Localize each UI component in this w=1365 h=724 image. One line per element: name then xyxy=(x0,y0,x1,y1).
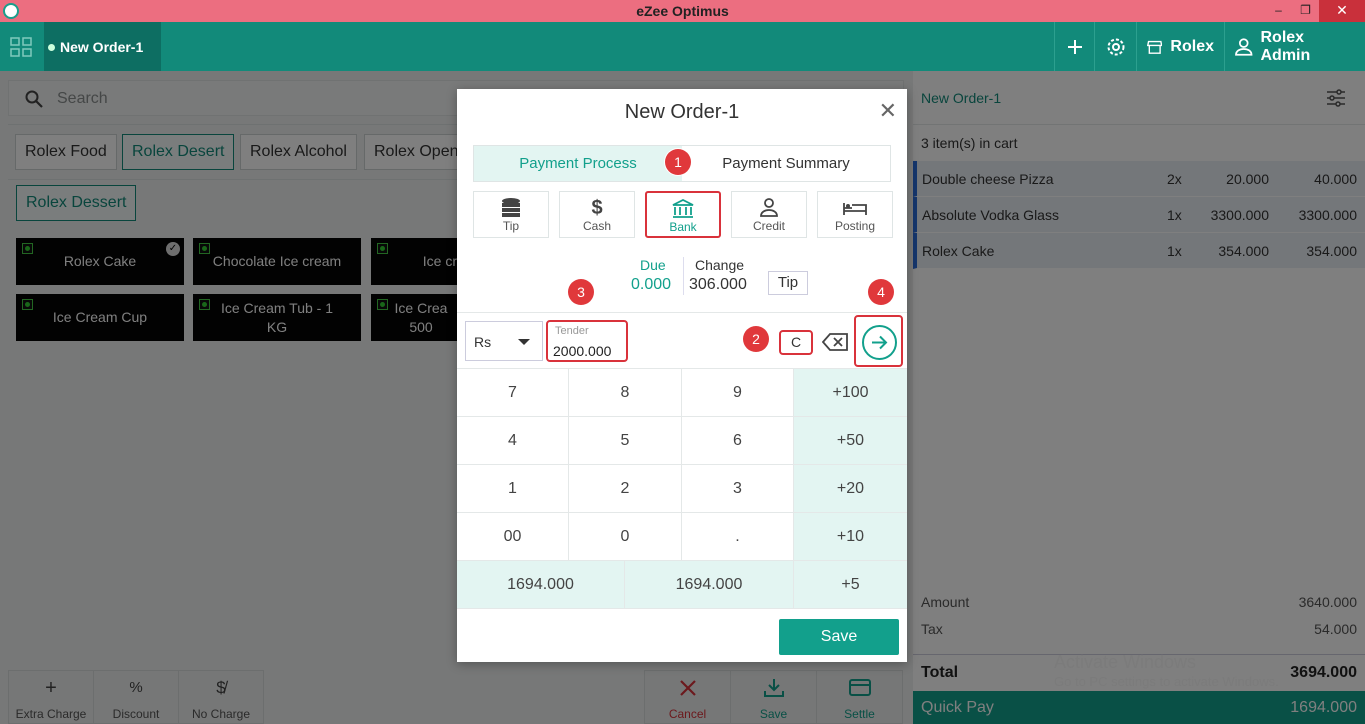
payment-modes: Tip $ Cash Bank Credit Posting xyxy=(473,191,893,238)
outlet-name: Rolex xyxy=(1170,37,1214,55)
settings-button[interactable] xyxy=(1094,22,1136,71)
key-plus-50[interactable]: +50 xyxy=(794,417,907,464)
key-plus-100[interactable]: +100 xyxy=(794,369,907,416)
outlet-selector[interactable]: Rolex xyxy=(1136,22,1224,71)
key-3[interactable]: 3 xyxy=(682,465,794,512)
mode-tip[interactable]: Tip xyxy=(473,191,549,238)
user-name: Rolex Admin xyxy=(1260,28,1311,64)
gear-icon xyxy=(1107,38,1124,55)
maximize-button[interactable]: ❐ xyxy=(1292,0,1319,22)
order-tab[interactable]: New Order-1 xyxy=(44,22,161,71)
mode-posting[interactable]: Posting xyxy=(817,191,893,238)
due-value: 0.000 xyxy=(631,276,672,293)
mode-label: Bank xyxy=(669,220,697,234)
mode-label: Credit xyxy=(752,219,785,233)
tab-payment-summary[interactable]: Payment Summary xyxy=(682,146,890,181)
annotation-badge-3: 3 xyxy=(568,279,594,305)
mode-label: Tip xyxy=(502,219,520,233)
coins-icon xyxy=(502,198,520,217)
mode-bank[interactable]: Bank xyxy=(645,191,721,238)
minimize-button[interactable]: – xyxy=(1265,0,1292,22)
key-2[interactable]: 2 xyxy=(569,465,682,512)
mode-label: Cash xyxy=(582,219,611,233)
add-order-button[interactable] xyxy=(1054,22,1094,71)
key-plus-10[interactable]: +10 xyxy=(794,513,907,560)
tender-value: 2000.000 xyxy=(553,343,612,359)
key-8[interactable]: 8 xyxy=(569,369,682,416)
numeric-keypad: 7 8 9 +100 4 5 6 +50 1 2 3 +20 00 0 . +1… xyxy=(457,369,907,609)
separator xyxy=(683,257,684,295)
quick-amount-2[interactable]: 1694.000 xyxy=(625,561,794,608)
tender-row: Rs Tender 2000.000 C xyxy=(457,312,907,369)
title-bar: eZee Optimus – ❐ ✕ xyxy=(0,0,1365,22)
backspace-icon[interactable] xyxy=(822,333,848,351)
key-00[interactable]: 00 xyxy=(457,513,569,560)
tip-button[interactable]: Tip xyxy=(768,271,808,295)
bed-icon xyxy=(843,203,867,215)
key-4[interactable]: 4 xyxy=(457,417,569,464)
change-label: Change xyxy=(695,257,745,273)
mode-cash[interactable]: $ Cash xyxy=(559,191,635,238)
proceed-highlight xyxy=(854,315,903,367)
due-change-summary: Due 0.000 Change 306.000 Tip xyxy=(627,257,847,297)
caret-down-icon xyxy=(518,339,530,345)
key-0[interactable]: 0 xyxy=(569,513,682,560)
currency-value: Rs xyxy=(474,334,492,350)
key-plus-5[interactable]: +5 xyxy=(794,561,907,608)
user-menu[interactable]: Rolex Admin xyxy=(1224,22,1365,71)
payment-dialog: New Order-1 ✕ Payment Process Payment Su… xyxy=(457,89,907,662)
key-6[interactable]: 6 xyxy=(682,417,794,464)
clear-button[interactable]: C xyxy=(779,330,813,355)
arrow-right-icon xyxy=(872,335,888,350)
order-status-dot xyxy=(48,44,55,51)
mode-credit[interactable]: Credit xyxy=(731,191,807,238)
person-icon xyxy=(760,198,778,217)
dialog-title: New Order-1 xyxy=(624,101,740,123)
close-window-button[interactable]: ✕ xyxy=(1319,0,1365,22)
due-label: Due xyxy=(640,257,666,273)
app-header: New Order-1 Rolex Rolex Admin xyxy=(0,22,1365,71)
proceed-button[interactable] xyxy=(862,325,897,360)
key-7[interactable]: 7 xyxy=(457,369,569,416)
key-decimal[interactable]: . xyxy=(682,513,794,560)
close-icon[interactable]: ✕ xyxy=(879,100,897,122)
tender-label: Tender xyxy=(555,325,589,337)
dollar-icon: $ xyxy=(591,197,603,219)
user-icon xyxy=(1235,37,1253,56)
key-plus-20[interactable]: +20 xyxy=(794,465,907,512)
key-5[interactable]: 5 xyxy=(569,417,682,464)
plus-icon xyxy=(1067,39,1082,54)
quick-amount-1[interactable]: 1694.000 xyxy=(457,561,625,608)
annotation-badge-1: 1 xyxy=(665,149,691,175)
window-title: eZee Optimus xyxy=(636,3,729,19)
store-icon xyxy=(1147,40,1163,54)
annotation-badge-2: 2 xyxy=(743,326,769,352)
currency-select[interactable]: Rs xyxy=(465,321,543,361)
tab-payment-process[interactable]: Payment Process xyxy=(474,146,682,181)
order-tab-label: New Order-1 xyxy=(60,39,144,55)
save-payment-button[interactable]: Save xyxy=(779,619,899,655)
tender-input[interactable]: Tender 2000.000 xyxy=(546,320,628,362)
annotation-badge-4: 4 xyxy=(868,279,894,305)
change-value: 306.000 xyxy=(689,276,747,293)
grid-menu-icon[interactable] xyxy=(10,37,32,57)
key-9[interactable]: 9 xyxy=(682,369,794,416)
key-1[interactable]: 1 xyxy=(457,465,569,512)
bank-icon xyxy=(672,198,694,218)
mode-label: Posting xyxy=(834,219,876,233)
